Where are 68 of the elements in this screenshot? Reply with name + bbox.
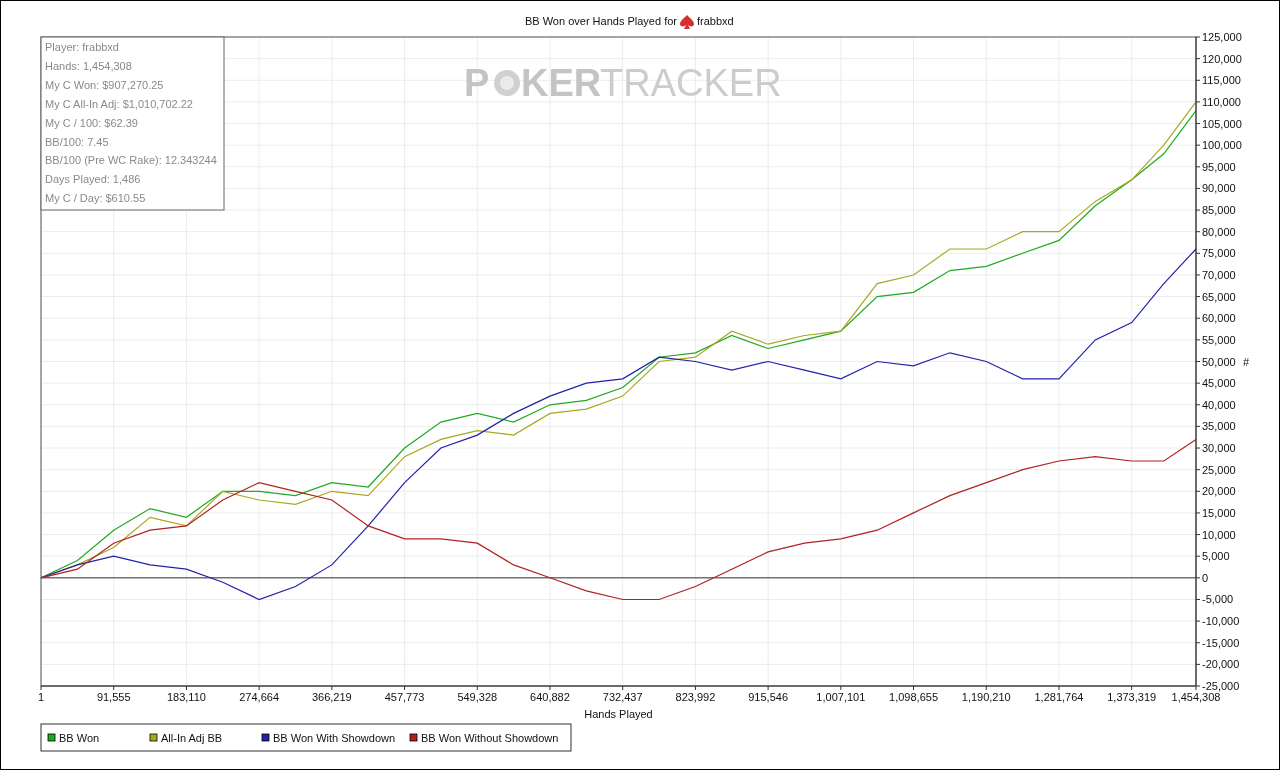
y-tick-label: 65,000 [1202, 290, 1236, 303]
y-tick-label: 90,000 [1202, 182, 1236, 195]
y-tick-label: 115,000 [1202, 74, 1241, 87]
spade-icon [680, 15, 694, 29]
y-tick-label: 15,000 [1202, 506, 1236, 519]
x-tick-label: 549,328 [457, 691, 498, 703]
x-tick-label: 274,664 [239, 691, 279, 703]
y-tick-label: -20,000 [1202, 658, 1240, 671]
player-name: frabbxd [697, 15, 734, 27]
y-tick-label: 5,000 [1202, 550, 1230, 563]
y-tick-label: 100,000 [1202, 139, 1242, 152]
x-tick-label: 457,773 [384, 691, 425, 703]
y-tick-label: -25,000 [1202, 680, 1240, 692]
y-tick-label: 55,000 [1202, 333, 1236, 346]
legend-label: BB Won With Showdown [273, 732, 396, 744]
y-tick-label: 75,000 [1202, 247, 1236, 260]
x-tick-label: 91,555 [96, 691, 131, 703]
x-axis-label: Hands Played [584, 708, 653, 720]
x-tick-label: 1,373,319 [1107, 691, 1157, 703]
y-tick-label: 10,000 [1202, 528, 1236, 541]
y-tick-label: -15,000 [1202, 636, 1240, 649]
x-tick-label: 1,190,210 [961, 691, 1011, 703]
y-tick-label: 120,000 [1202, 52, 1242, 65]
y-tick-label: 85,000 [1202, 204, 1236, 217]
y-tick-label: 0 [1202, 571, 1209, 584]
y-tick-label: 95,000 [1202, 160, 1236, 173]
stat-text: My C / 100: $62.39 [45, 116, 138, 129]
y-tick-label: 80,000 [1202, 225, 1236, 238]
stat-text: BB/100: 7.45 [45, 135, 109, 148]
y-axis-label: # [1243, 356, 1250, 368]
x-tick-label: 1,281,764 [1034, 691, 1084, 703]
y-tick-label: 70,000 [1202, 268, 1236, 281]
chart-title: BB Won over Hands Played for [524, 15, 677, 27]
stat-text: BB/100 (Pre WC Rake): 12.343244 [45, 154, 217, 167]
x-tick-label: 915,546 [748, 691, 788, 703]
stat-text: My C Won: $907,270.25 [45, 78, 164, 91]
x-tick-label: 640,882 [530, 691, 570, 703]
x-tick-label: 1,454,308 [1171, 691, 1221, 703]
y-tick-label: -10,000 [1202, 615, 1240, 628]
y-tick-label: 45,000 [1202, 377, 1236, 390]
x-tick-label: 1,007,101 [816, 691, 866, 703]
x-tick-label: 1,098,655 [889, 691, 938, 703]
y-tick-label: -5,000 [1202, 593, 1234, 606]
stat-text: Player: frabbxd [45, 41, 119, 53]
x-tick-label: 732,437 [602, 691, 643, 703]
x-tick-label: 823,992 [675, 691, 716, 703]
x-tick-label: 366,219 [311, 691, 352, 703]
y-tick-label: 30,000 [1202, 442, 1236, 455]
legend-label: BB Won Without Showdown [421, 732, 559, 744]
y-tick-label: 60,000 [1202, 312, 1236, 325]
y-tick-label: 125,000 [1202, 31, 1242, 43]
legend-label: BB Won [59, 732, 100, 744]
y-tick-label: 110,000 [1202, 95, 1241, 108]
watermark-text: P [464, 62, 490, 104]
legend-label: All-In Adj BB [161, 732, 223, 744]
y-tick-label: 50,000 [1202, 355, 1236, 368]
watermark-text: KER [521, 62, 602, 104]
y-tick-label: 20,000 [1202, 485, 1236, 498]
x-tick-label: 183,110 [166, 691, 206, 703]
x-tick-label: 1 [37, 691, 45, 703]
stat-text: Days Played: 1,486 [45, 173, 141, 186]
stat-text: My C All-In Adj: $1,010,702.22 [45, 97, 193, 110]
y-tick-label: 105,000 [1202, 117, 1242, 130]
y-tick-label: 35,000 [1202, 420, 1236, 433]
y-tick-label: 25,000 [1202, 463, 1236, 476]
stat-text: Hands: 1,454,308 [45, 59, 132, 72]
y-tick-label: 40,000 [1202, 398, 1236, 411]
stat-text: My C / Day: $610.55 [45, 192, 146, 205]
